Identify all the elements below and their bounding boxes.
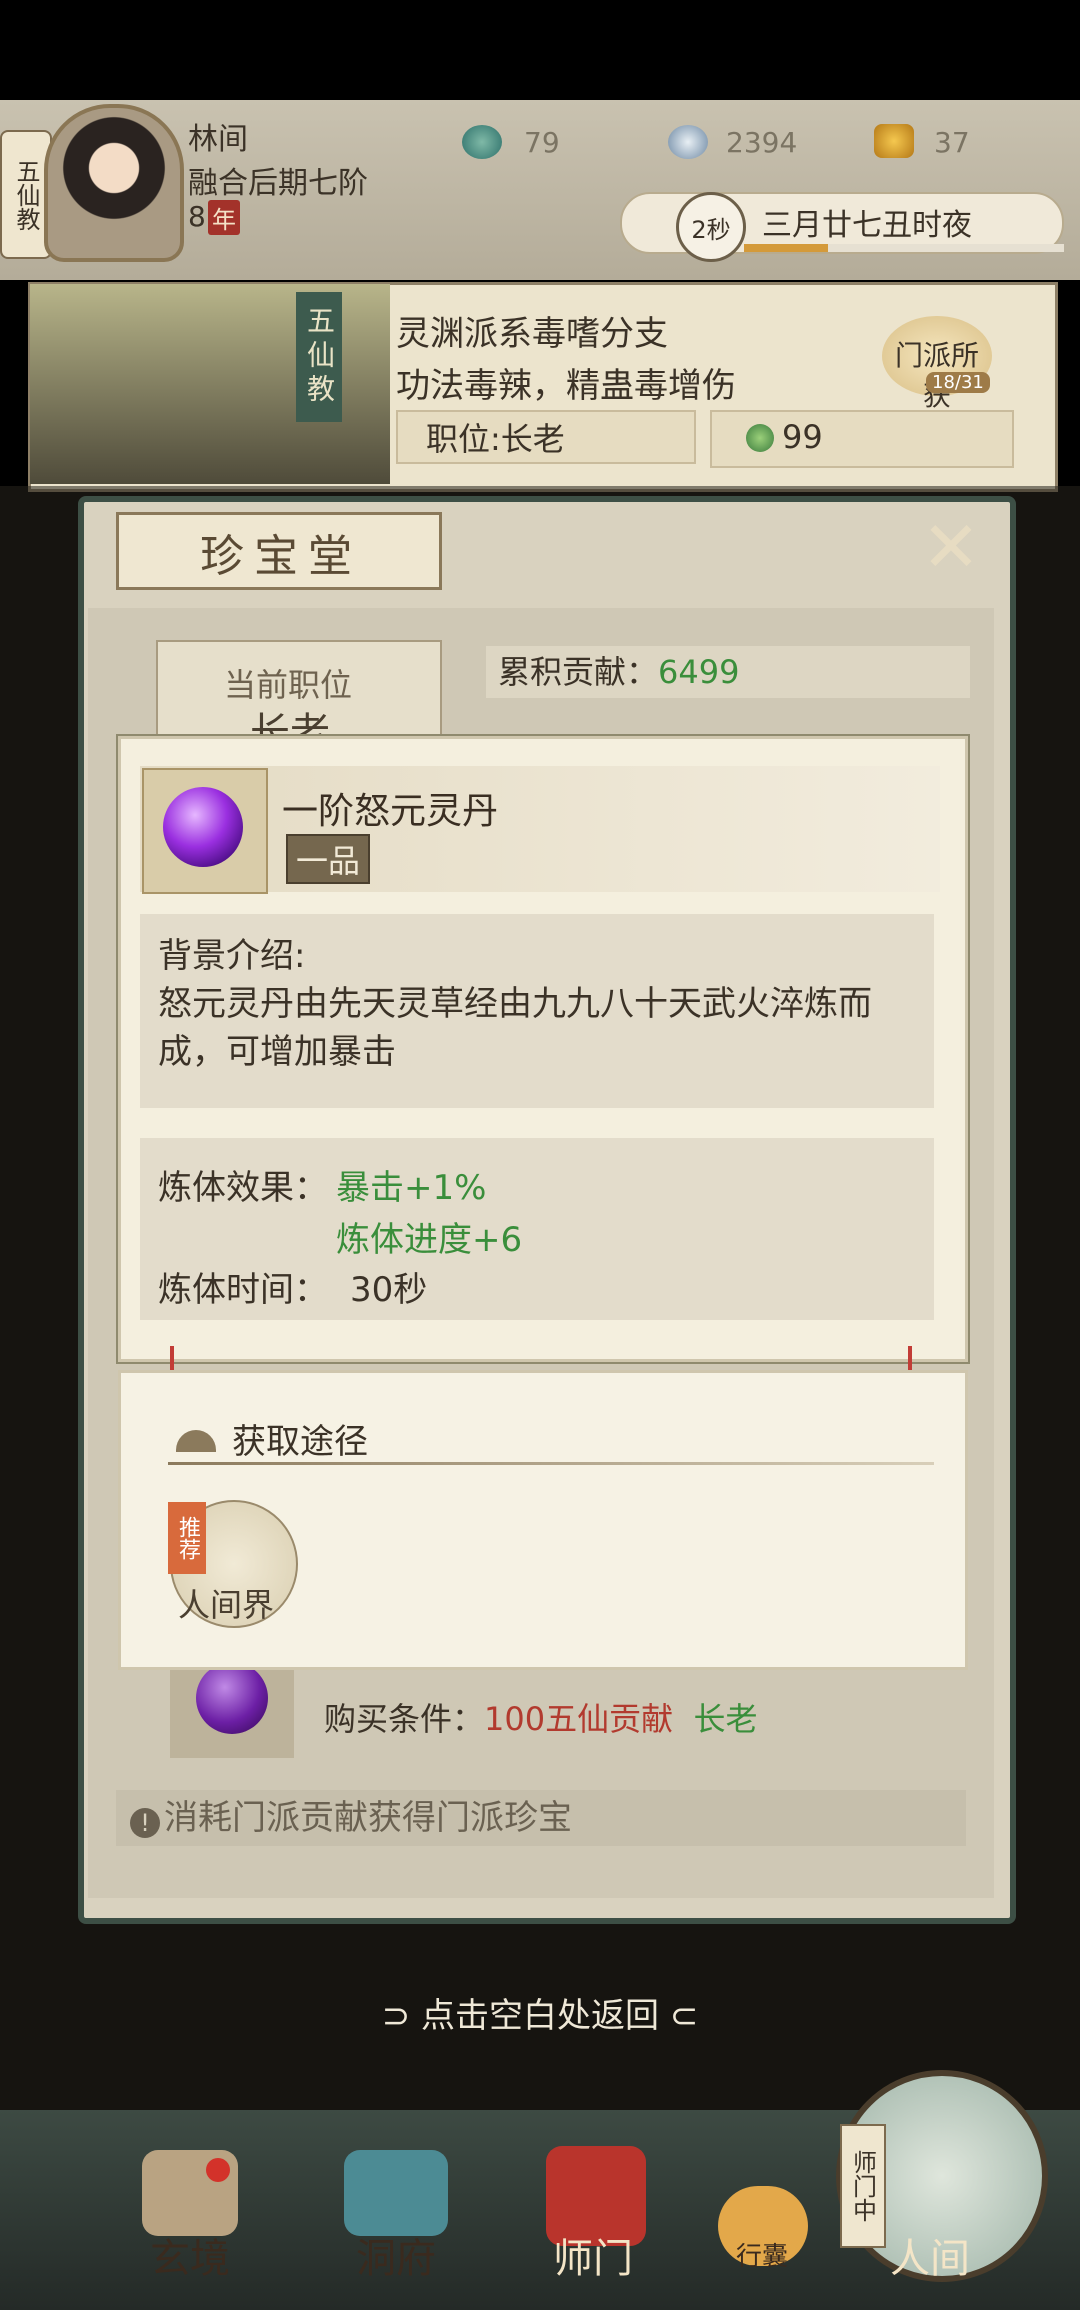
recommend-tag: 推荐 <box>168 1502 206 1574</box>
resource-coin-count: 2394 <box>726 126 798 159</box>
background-title: 背景介绍: <box>158 936 306 976</box>
hero-name: 林间 <box>188 122 248 157</box>
purchase-condition: 购买条件：100五仙贡献 长老 <box>324 1694 757 1740</box>
effect-progress: 炼体进度+6 <box>336 1220 523 1260</box>
jade-icon[interactable] <box>462 125 502 159</box>
nav-xingnang[interactable]: 行囊 <box>712 2236 812 2273</box>
hero-years-unit: 年 <box>208 200 240 235</box>
timer-badge: 2秒 <box>676 192 746 262</box>
close-icon[interactable]: ✕ <box>916 512 986 586</box>
purple-pill-icon <box>196 1662 268 1734</box>
tap-to-return-hint[interactable]: ⊃ 点击空白处返回 ⊂ <box>0 1988 1080 2037</box>
resource-jade-count: 79 <box>524 126 560 159</box>
sect-position: 职位:长老 <box>396 410 696 464</box>
avatar[interactable] <box>44 104 184 262</box>
status-bar <box>0 0 1080 100</box>
item-name: 一阶怒元灵丹 <box>282 791 499 832</box>
effect-label: 炼体效果： <box>158 1168 328 1208</box>
nav-xuanjing[interactable]: 玄境 <box>130 2226 250 2284</box>
notification-dot <box>206 2158 230 2182</box>
purple-pill-icon <box>163 787 243 867</box>
item-grade-badge: 一品 <box>286 834 371 884</box>
hero-years: 8 <box>188 200 206 233</box>
cumulative-contribution-label: 累积贡献： <box>498 653 659 691</box>
nav-dongfu[interactable]: 洞府 <box>336 2226 456 2284</box>
coin-icon[interactable] <box>668 125 708 159</box>
pavilion-icon[interactable] <box>344 2150 448 2236</box>
nav-shimen[interactable]: 师门 <box>528 2226 658 2284</box>
effect-crit: 暴击+1% <box>336 1168 487 1208</box>
cumulative-contribution-value: 6499 <box>658 653 740 691</box>
gold-ingot-icon[interactable] <box>874 124 914 158</box>
sect-contribution-value: 99 <box>782 418 823 456</box>
acquisition-title: 获取途径 <box>232 1422 368 1462</box>
treasure-hall-title: 珍宝堂 <box>200 531 362 582</box>
nav-renjian[interactable]: 人间 <box>870 2226 990 2284</box>
sect-gain-count: 18/31 <box>926 372 990 393</box>
contribution-icon <box>746 424 774 452</box>
purchase-cost: 100五仙贡献 <box>484 1700 674 1738</box>
game-date: 三月廿七丑时夜 <box>762 208 972 243</box>
refine-time-value: 30秒 <box>350 1270 428 1310</box>
sect-banner: 五仙教 <box>296 292 342 422</box>
hero-rank: 融合后期七阶 <box>188 166 368 201</box>
time-progress-fill <box>744 244 828 252</box>
sect-description-line1: 灵渊派系毒嗜分支 <box>396 314 668 354</box>
refine-time-label: 炼体时间： <box>158 1270 328 1310</box>
warning-icon: ! <box>130 1808 160 1838</box>
purchase-required-position: 长老 <box>693 1700 758 1738</box>
notice-bar: ! 消耗门派贡献获得门派珍宝 <box>116 1790 966 1846</box>
notice-text: 消耗门派贡献获得门派珍宝 <box>164 1798 572 1838</box>
acquire-world-label[interactable]: 人间界 <box>178 1580 274 1626</box>
cumulative-contribution: 累积贡献：6499 <box>486 646 970 698</box>
background-text: 怒元灵丹由先天灵草经由九九八十天武火淬炼而成，可增加暴击 <box>158 984 872 1072</box>
divider <box>168 1462 934 1465</box>
purchase-condition-label: 购买条件： <box>324 1700 485 1738</box>
sect-description-line2: 功法毒辣，精蛊毒增伤 <box>396 366 736 406</box>
resource-gold-count: 37 <box>934 126 970 159</box>
